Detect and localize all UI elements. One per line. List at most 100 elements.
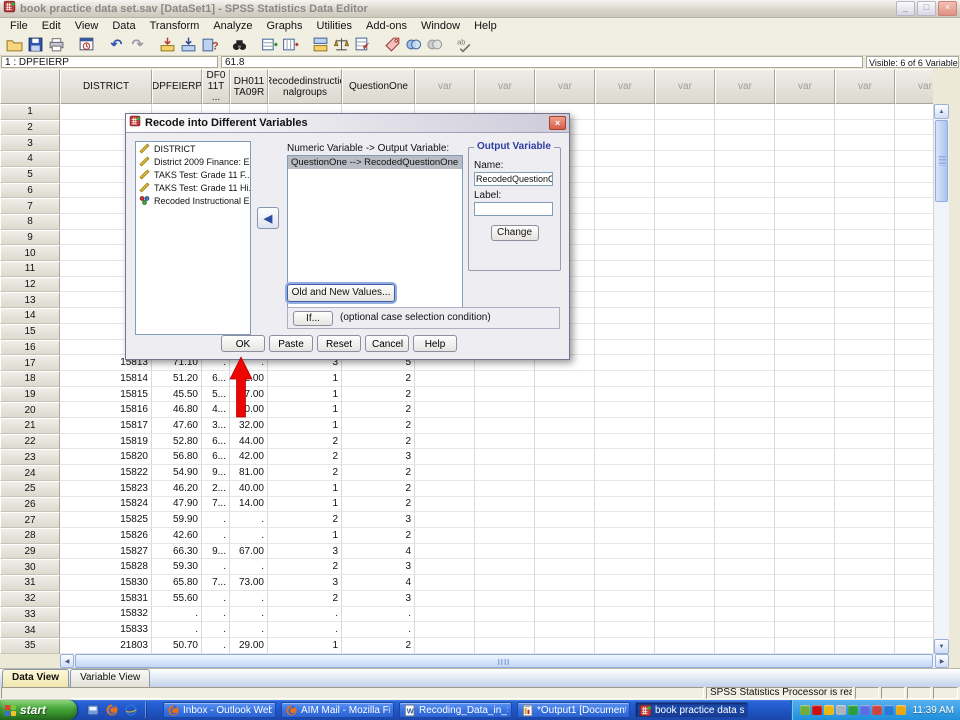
cell[interactable]	[655, 402, 715, 418]
cell[interactable]	[655, 277, 715, 293]
row-header[interactable]: 3	[0, 135, 60, 151]
column-header-var[interactable]: var	[535, 69, 595, 104]
cell[interactable]: 2...	[202, 481, 230, 497]
cell[interactable]	[715, 512, 775, 528]
cell[interactable]	[775, 230, 835, 246]
cell[interactable]	[775, 387, 835, 403]
cell[interactable]	[475, 481, 535, 497]
scroll-down-icon[interactable]: ▼	[934, 639, 949, 654]
cell[interactable]: .	[342, 607, 415, 623]
cell[interactable]	[415, 622, 475, 638]
cell[interactable]	[835, 135, 895, 151]
column-header-var[interactable]: var	[775, 69, 835, 104]
cell[interactable]	[895, 418, 933, 434]
cell[interactable]	[715, 120, 775, 136]
cell[interactable]	[715, 497, 775, 513]
cell[interactable]: 1	[268, 371, 342, 387]
row-header[interactable]: 26	[0, 497, 60, 513]
cell[interactable]	[775, 308, 835, 324]
cell[interactable]: 15814	[60, 371, 152, 387]
cell[interactable]	[715, 622, 775, 638]
cell[interactable]	[895, 387, 933, 403]
ok-button[interactable]: OK	[221, 335, 265, 352]
cell[interactable]	[595, 481, 655, 497]
cell[interactable]	[895, 371, 933, 387]
cell[interactable]	[835, 387, 895, 403]
cell[interactable]	[775, 559, 835, 575]
menu-analyze[interactable]: Analyze	[206, 20, 259, 32]
cell[interactable]: 15827	[60, 544, 152, 560]
cell[interactable]	[655, 183, 715, 199]
cell[interactable]	[835, 575, 895, 591]
cell[interactable]	[835, 183, 895, 199]
cell[interactable]: 3	[342, 591, 415, 607]
row-header[interactable]: 22	[0, 434, 60, 450]
cell[interactable]: 32.00	[230, 418, 268, 434]
cell[interactable]	[775, 245, 835, 261]
cell[interactable]	[715, 528, 775, 544]
cell[interactable]: 15833	[60, 622, 152, 638]
cell[interactable]	[415, 559, 475, 575]
cell[interactable]	[655, 387, 715, 403]
cell[interactable]: 4	[342, 575, 415, 591]
cell[interactable]	[715, 638, 775, 654]
cancel-button[interactable]: Cancel	[365, 335, 409, 352]
cell[interactable]: 2	[342, 638, 415, 654]
cell[interactable]: 46.80	[152, 402, 202, 418]
cell[interactable]	[895, 607, 933, 623]
cell[interactable]	[415, 638, 475, 654]
scroll-left-icon[interactable]: ◀	[60, 654, 74, 668]
cell[interactable]	[715, 402, 775, 418]
cell[interactable]	[895, 135, 933, 151]
cell[interactable]	[655, 308, 715, 324]
cell[interactable]	[475, 497, 535, 513]
cell[interactable]: .	[230, 591, 268, 607]
cell[interactable]: .	[230, 607, 268, 623]
window-titlebar[interactable]: book practice data set.sav [DataSet1] - …	[0, 0, 960, 18]
cell[interactable]	[655, 449, 715, 465]
cell[interactable]	[655, 544, 715, 560]
cell[interactable]	[595, 261, 655, 277]
cell[interactable]	[715, 355, 775, 371]
cell[interactable]	[475, 559, 535, 575]
cell[interactable]	[835, 528, 895, 544]
cell[interactable]	[535, 402, 595, 418]
cell[interactable]	[895, 434, 933, 450]
tray-messenger-icon[interactable]	[836, 705, 846, 715]
cell[interactable]	[415, 418, 475, 434]
cell[interactable]: 15830	[60, 575, 152, 591]
use-variable-sets-icon[interactable]	[403, 34, 424, 54]
source-variable-list[interactable]: DISTRICTDistrict 2009 Finance: E...TAKS …	[135, 141, 251, 335]
row-header[interactable]: 1	[0, 104, 60, 120]
cell[interactable]	[655, 214, 715, 230]
cell[interactable]	[655, 638, 715, 654]
source-variable[interactable]: TAKS Test: Grade 11 F...	[136, 168, 250, 181]
cell[interactable]: 55.60	[152, 591, 202, 607]
cell[interactable]	[595, 559, 655, 575]
cell[interactable]	[775, 638, 835, 654]
cell[interactable]	[895, 575, 933, 591]
cell[interactable]: 2	[342, 371, 415, 387]
cell[interactable]	[835, 449, 895, 465]
cell[interactable]	[835, 151, 895, 167]
cell[interactable]: 15832	[60, 607, 152, 623]
cell[interactable]: 1	[268, 387, 342, 403]
save-file-icon[interactable]	[25, 34, 46, 54]
cell[interactable]	[595, 622, 655, 638]
cell[interactable]	[655, 559, 715, 575]
cell[interactable]	[775, 135, 835, 151]
column-header-district[interactable]: DISTRICT	[60, 69, 152, 104]
cell[interactable]	[895, 512, 933, 528]
cell[interactable]: 3	[268, 575, 342, 591]
cell[interactable]	[595, 183, 655, 199]
cell[interactable]	[535, 544, 595, 560]
restore-button[interactable]: □	[917, 1, 936, 16]
cell[interactable]	[835, 607, 895, 623]
row-header[interactable]: 27	[0, 512, 60, 528]
scroll-up-icon[interactable]: ▲	[934, 104, 949, 119]
row-header[interactable]: 12	[0, 277, 60, 293]
cell[interactable]	[595, 135, 655, 151]
tab-variable-view[interactable]: Variable View	[70, 669, 150, 687]
cell[interactable]	[835, 559, 895, 575]
cell[interactable]	[775, 481, 835, 497]
